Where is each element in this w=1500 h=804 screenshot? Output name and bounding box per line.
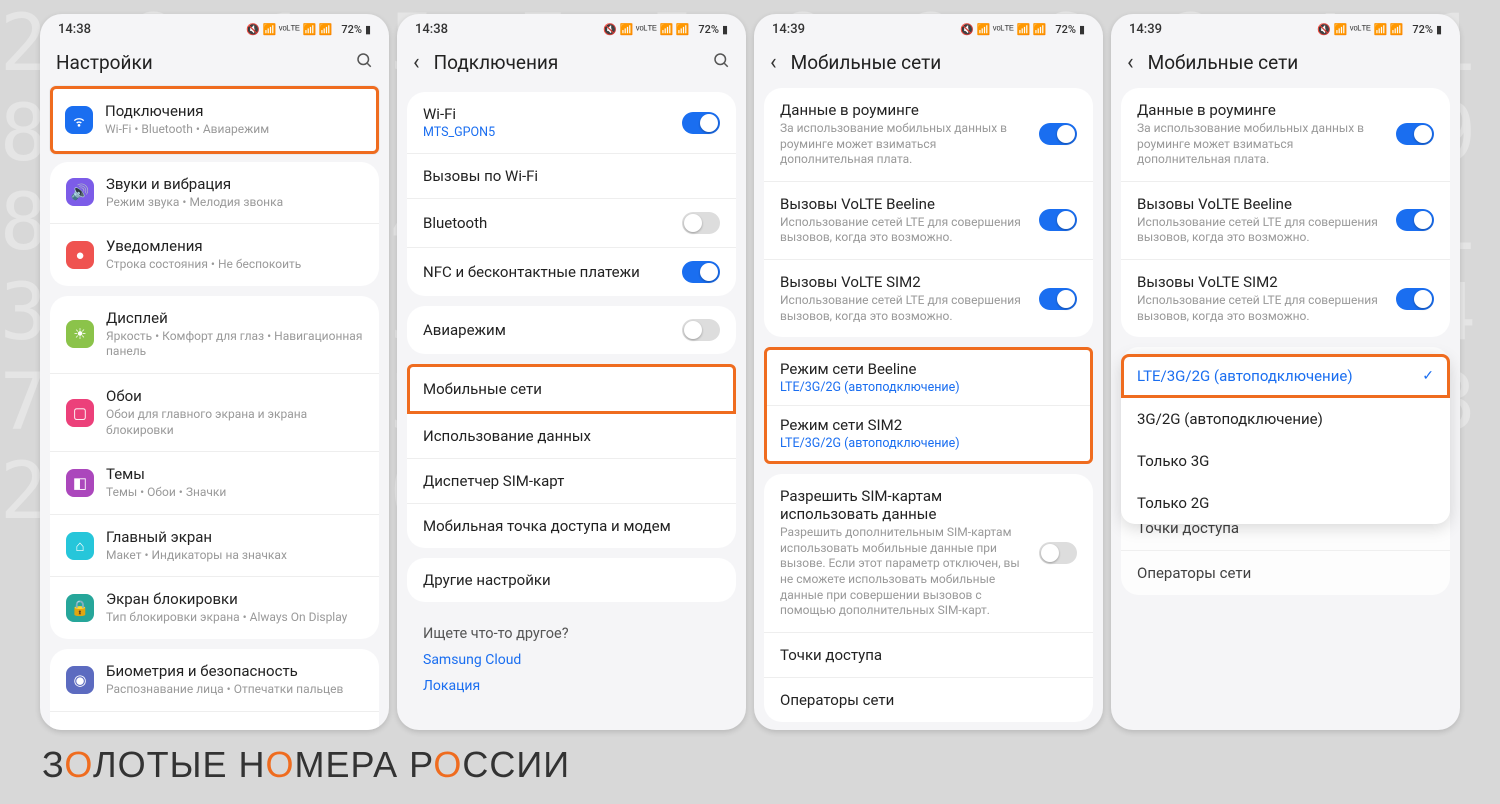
nfc-row[interactable]: NFC и бесконтактные платежи [407, 248, 736, 296]
wifi-calling-row[interactable]: Вызовы по Wi-Fi [407, 154, 736, 199]
home-row[interactable]: ⌂ Главный экран Макет • Индикаторы на зн… [50, 515, 379, 578]
page-title: Мобильные сети [791, 51, 1087, 74]
phone-screenshot-4: 14:39 🔇 📶 ᵛᵒᴸᵀᴱ 📶 📶 72%▮ ‹ Мобильные сет… [1111, 14, 1460, 730]
status-bar: 14:38 🔇 📶 ᵛᵒᴸᵀᴱ 📶 📶 72%▮ [40, 14, 389, 41]
network-mode-highlighted: Режим сети Beeline LTE/3G/2G (автоподклю… [764, 347, 1093, 464]
status-time: 14:38 [58, 22, 91, 37]
sun-icon: ☀ [66, 320, 94, 348]
display-row[interactable]: ☀ Дисплей Яркость • Комфорт для глаз • Н… [50, 296, 379, 374]
status-time: 14:39 [772, 22, 805, 37]
hotspot-row[interactable]: Мобильная точка доступа и модем [407, 504, 736, 548]
status-bar: 14:39 🔇 📶 ᵛᵒᴸᵀᴱ 📶 📶 72%▮ [754, 14, 1103, 41]
roaming-toggle[interactable] [1039, 123, 1077, 145]
home-icon: ⌂ [66, 532, 94, 560]
status-bar: 14:38 🔇 📶 ᵛᵒᴸᵀᴱ 📶 📶 72%▮ [397, 14, 746, 41]
volte2-toggle[interactable] [1039, 288, 1077, 310]
popup-option-3g2g[interactable]: 3G/2G (автоподключение) [1121, 398, 1450, 440]
status-icons: 🔇 📶 ᵛᵒᴸᵀᴱ 📶 📶 72%▮ [603, 23, 728, 36]
page-title: Подключения [434, 51, 702, 74]
nfc-toggle[interactable] [682, 261, 720, 283]
status-bar: 14:39 🔇 📶 ᵛᵒᴸᵀᴱ 📶 📶 72%▮ [1111, 14, 1460, 41]
data-usage-row[interactable]: Использование данных [407, 414, 736, 459]
phone-screenshot-3: 14:39 🔇 📶 ᵛᵒᴸᵀᴱ 📶 📶 72%▮ ‹ Мобильные сет… [754, 14, 1103, 730]
airplane-row[interactable]: Авиарежим [407, 306, 736, 354]
roaming-toggle[interactable] [1396, 123, 1434, 145]
roaming-row[interactable]: Данные в роуминге За использование мобил… [1121, 88, 1450, 182]
image-icon: ▢ [66, 399, 94, 427]
operators-row[interactable]: Операторы сети [764, 678, 1093, 722]
page-title: Настройки [56, 51, 345, 74]
network-mode-beeline-row[interactable]: Режим сети Beeline LTE/3G/2G (автоподклю… [767, 350, 1090, 406]
other-settings-row[interactable]: Другие настройки [407, 558, 736, 602]
page-title: Мобильные сети [1148, 51, 1444, 74]
connections-row-highlighted[interactable]: Подключения Wi-Fi • Bluetooth • Авиарежи… [50, 86, 379, 154]
privacy-row[interactable]: Конфиденциальность [50, 712, 379, 730]
network-mode-sim2-row[interactable]: Режим сети SIM2 LTE/3G/2G (автоподключен… [767, 406, 1090, 461]
volte-beeline-row[interactable]: Вызовы VoLTE Beeline Использование сетей… [764, 182, 1093, 260]
sim-data-row[interactable]: Разрешить SIM-картам использовать данные… [764, 474, 1093, 633]
volte2-toggle[interactable] [1396, 288, 1434, 310]
themes-row[interactable]: ◧ Темы Темы • Обои • Значки [50, 452, 379, 515]
search-icon[interactable] [712, 51, 730, 74]
wifi-toggle[interactable] [682, 112, 720, 134]
bell-icon: ● [66, 241, 94, 269]
row-sub: Wi-Fi • Bluetooth • Авиарежим [105, 122, 364, 138]
status-time: 14:38 [415, 22, 448, 37]
wallpaper-row[interactable]: ▢ Обои Обои для главного экрана и экрана… [50, 374, 379, 452]
back-button[interactable]: ‹ [1127, 52, 1138, 74]
volte-beeline-row[interactable]: Вызовы VoLTE Beeline Использование сетей… [1121, 182, 1450, 260]
sim-data-toggle[interactable] [1039, 542, 1077, 564]
popup-option-lte[interactable]: LTE/3G/2G (автоподключение) ✓ [1121, 354, 1450, 398]
volte1-toggle[interactable] [1039, 209, 1077, 231]
wifi-icon [65, 106, 93, 134]
apn-row[interactable]: Точки доступа [764, 633, 1093, 678]
status-icons: 🔇 📶 ᵛᵒᴸᵀᴱ 📶 📶 72%▮ [246, 23, 371, 36]
samsung-cloud-link[interactable]: Samsung Cloud [423, 652, 720, 668]
network-mode-popup: LTE/3G/2G (автоподключение) ✓ 3G/2G (авт… [1121, 354, 1450, 524]
phone-screenshot-1: 14:38 🔇 📶 ᵛᵒᴸᵀᴱ 📶 📶 72%▮ Настройки Подкл… [40, 14, 389, 730]
checkmark-icon: ✓ [1422, 368, 1434, 384]
status-icons: 🔇 📶 ᵛᵒᴸᵀᴱ 📶 📶 72%▮ [960, 23, 1085, 36]
lock-icon: 🔒 [66, 594, 94, 622]
roaming-row[interactable]: Данные в роуминге За использование мобил… [764, 88, 1093, 182]
bluetooth-row[interactable]: Bluetooth [407, 199, 736, 248]
back-button[interactable]: ‹ [770, 52, 781, 74]
sounds-row[interactable]: 🔊 Звуки и вибрация Режим звука • Мелодия… [50, 162, 379, 225]
status-time: 14:39 [1129, 22, 1162, 37]
back-button[interactable]: ‹ [413, 52, 424, 74]
watermark-caption: ЗОЛОТЫЕ НОМЕРА РОССИИ [42, 744, 570, 786]
speaker-icon: 🔊 [66, 178, 94, 206]
row-title: Подключения [105, 102, 364, 120]
search-icon[interactable] [355, 51, 373, 74]
volte-sim2-row[interactable]: Вызовы VoLTE SIM2 Использование сетей LT… [764, 260, 1093, 337]
looking-for-section: Ищете что-то другое? Samsung Cloud Локац… [407, 612, 736, 707]
sim-manager-row[interactable]: Диспетчер SIM-карт [407, 459, 736, 504]
lock-row[interactable]: 🔒 Экран блокировки Тип блокировки экрана… [50, 577, 379, 639]
popup-option-3g[interactable]: Только 3G [1121, 440, 1450, 482]
notifications-row[interactable]: ● Уведомления Строка состояния • Не бесп… [50, 224, 379, 286]
operators-row[interactable]: Операторы сети [1121, 551, 1450, 595]
popup-option-2g[interactable]: Только 2G [1121, 482, 1450, 524]
bluetooth-toggle[interactable] [682, 212, 720, 234]
status-icons: 🔇 📶 ᵛᵒᴸᵀᴱ 📶 📶 72%▮ [1317, 23, 1442, 36]
biometrics-row[interactable]: ◉ Биометрия и безопасность Распознавание… [50, 649, 379, 712]
palette-icon: ◧ [66, 469, 94, 497]
phone-screenshot-2: 14:38 🔇 📶 ᵛᵒᴸᵀᴱ 📶 📶 72%▮ ‹ Подключения W… [397, 14, 746, 730]
airplane-toggle[interactable] [682, 319, 720, 341]
wifi-row[interactable]: Wi-Fi MTS_GPON5 [407, 92, 736, 154]
mobile-networks-row-highlighted[interactable]: Мобильные сети [407, 364, 736, 414]
volte-sim2-row[interactable]: Вызовы VoLTE SIM2 Использование сетей LT… [1121, 260, 1450, 337]
fingerprint-icon: ◉ [66, 666, 94, 694]
location-link[interactable]: Локация [423, 678, 720, 694]
volte1-toggle[interactable] [1396, 209, 1434, 231]
